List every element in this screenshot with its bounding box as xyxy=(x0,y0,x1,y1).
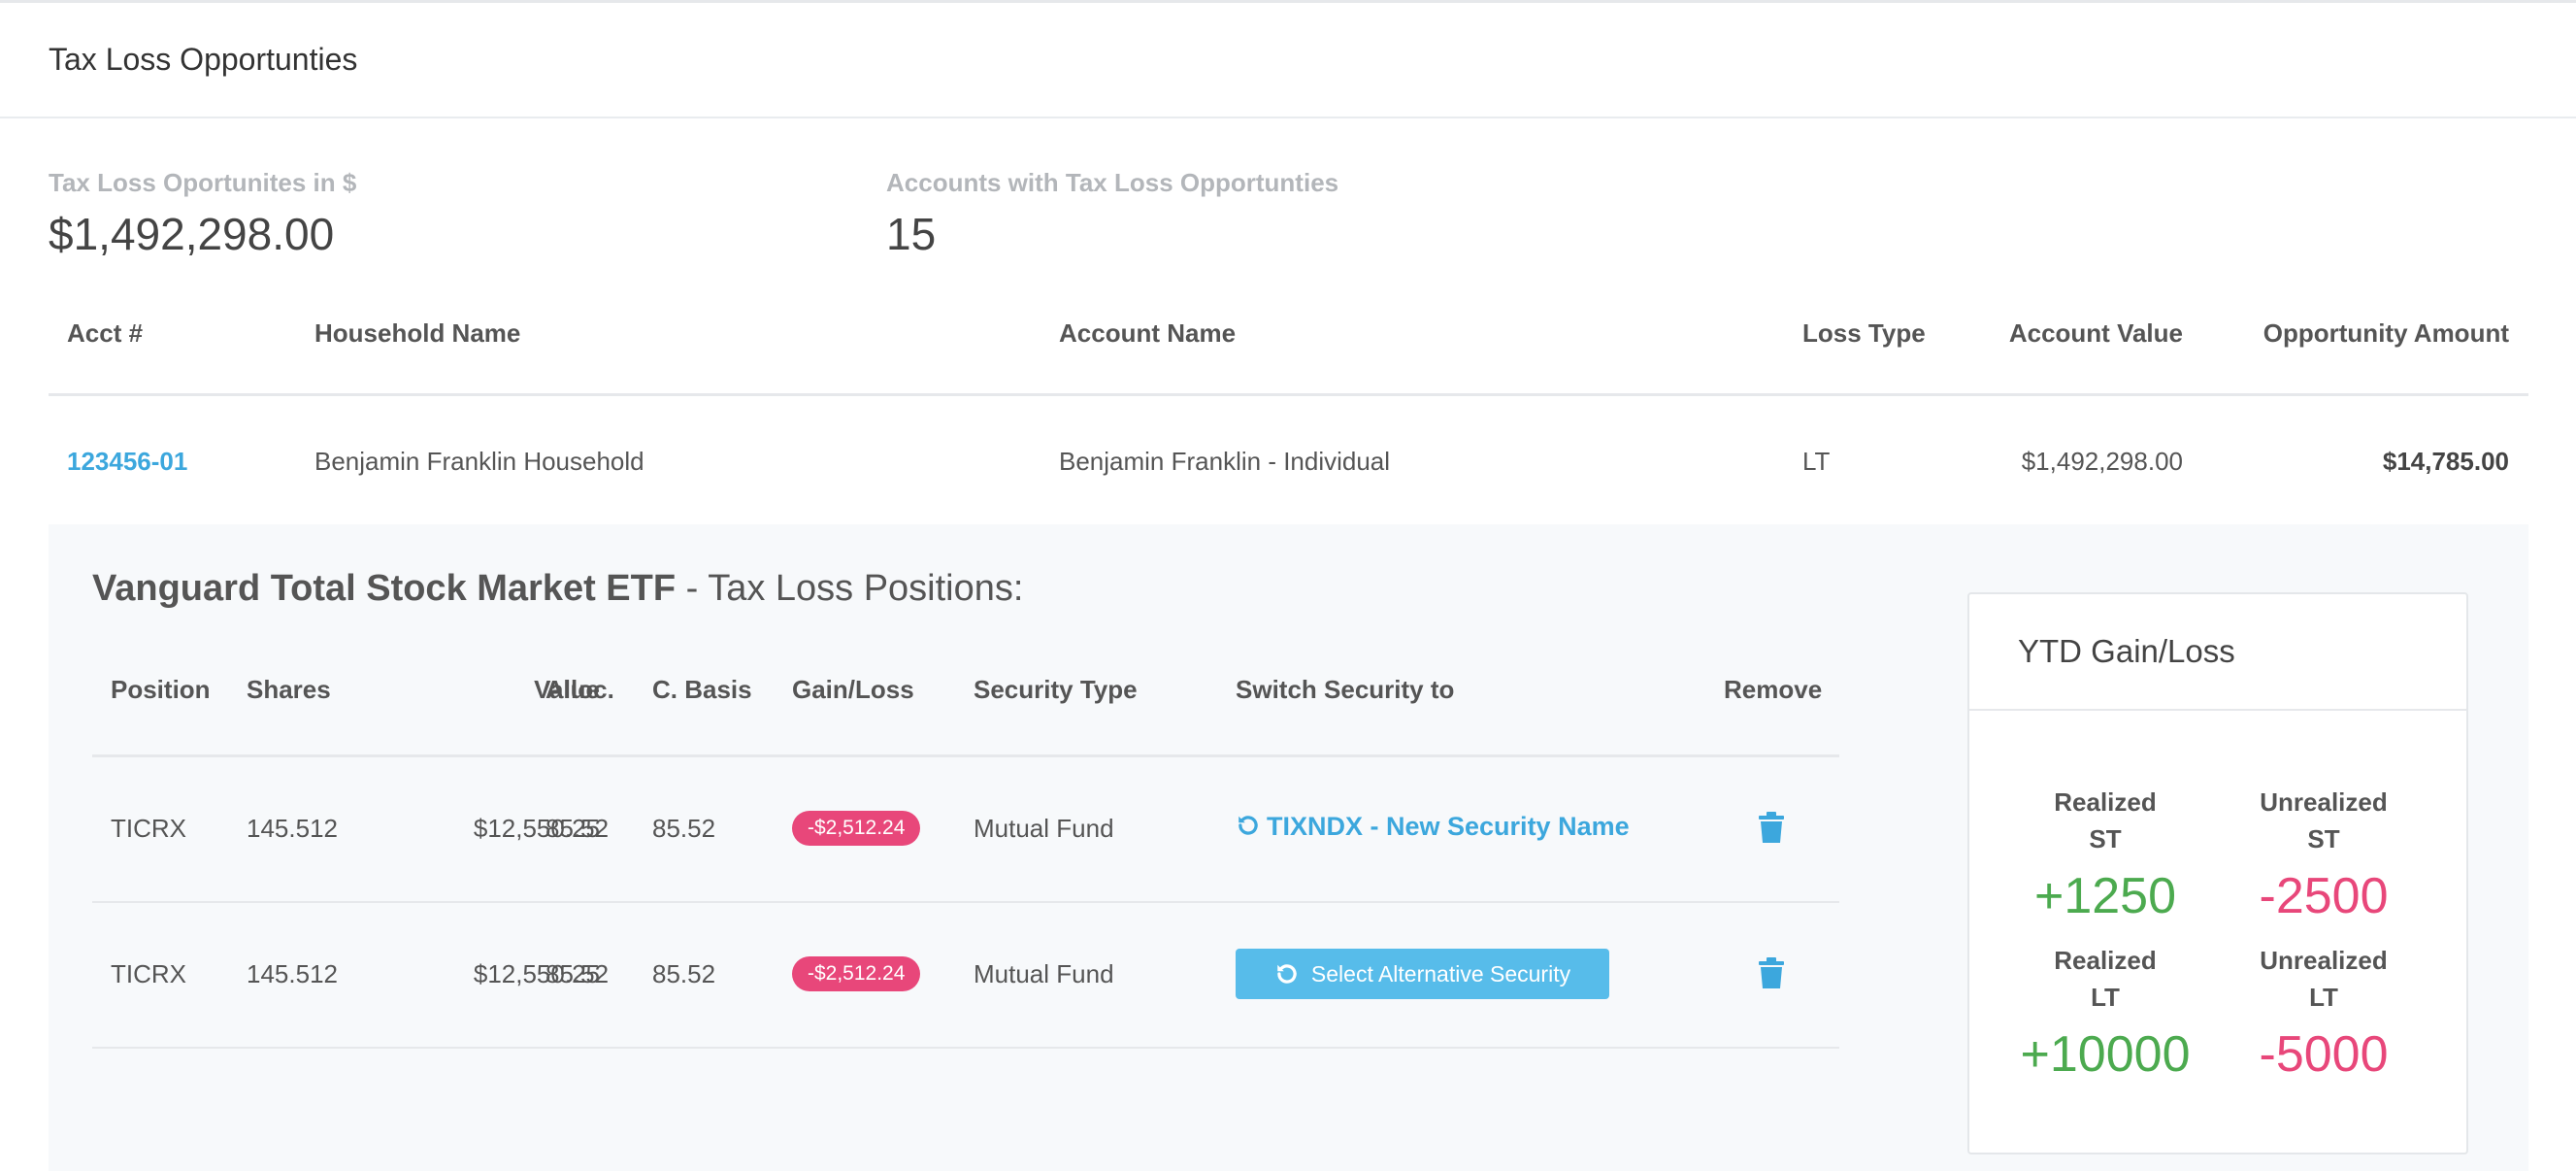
positions-detail-panel: Vanguard Total Stock Market ETF - Tax Lo… xyxy=(49,524,2528,1171)
col-security-type[interactable]: Security Type xyxy=(974,675,1138,705)
realized-st: Realized ST +1250 xyxy=(1998,784,2212,925)
gain-loss-badge: -$2,512.24 xyxy=(792,956,921,991)
title-separator: - xyxy=(676,568,709,609)
table-row: TICRX 145.512 $12,550.25 85.52 85.52 -$2… xyxy=(92,757,1839,903)
gain-loss-badge: -$2,512.24 xyxy=(792,811,921,846)
col-loss-type[interactable]: Loss Type xyxy=(1802,318,1926,349)
switch-security-link[interactable]: TIXNDX - New Security Name xyxy=(1236,812,1630,842)
col-gain-loss[interactable]: Gain/Loss xyxy=(792,675,914,705)
select-alternative-security-button[interactable]: Select Alternative Security xyxy=(1236,949,1609,999)
divider xyxy=(1969,709,2466,711)
cost-basis: 85.52 xyxy=(652,959,716,988)
ytd-label: Realized xyxy=(2054,946,2157,975)
stat-value: 15 xyxy=(886,209,937,259)
col-account-value[interactable]: Account Value xyxy=(2009,318,2183,349)
refresh-icon xyxy=(1238,816,1258,835)
ytd-label: Realized xyxy=(2054,787,2157,817)
security-type: Mutual Fund xyxy=(974,814,1114,843)
ytd-label: LT xyxy=(2091,983,2120,1012)
ytd-label: ST xyxy=(2089,824,2122,853)
realized-lt: Realized LT +10000 xyxy=(1998,942,2212,1084)
ytd-title: YTD Gain/Loss xyxy=(2018,633,2235,669)
table-row[interactable]: 123456-01 Benjamin Franklin Household Be… xyxy=(49,408,2528,515)
stat-accounts-count: Accounts with Tax Loss Opportunties 15 xyxy=(886,168,1338,260)
stat-total-opportunities: Tax Loss Oportunites in $ $1,492,298.00 xyxy=(49,168,356,260)
stat-value: $1,492,298.00 xyxy=(49,209,335,259)
col-shares[interactable]: Shares xyxy=(247,675,331,705)
opportunity-amount: $14,785.00 xyxy=(2382,447,2509,476)
button-label: Select Alternative Security xyxy=(1310,960,1571,987)
remove-button[interactable] xyxy=(1759,957,1784,993)
col-switch[interactable]: Switch Security to xyxy=(1236,675,1454,705)
col-alloc[interactable]: Alloc. xyxy=(545,675,614,705)
col-acct[interactable]: Acct # xyxy=(67,318,143,349)
col-opportunity[interactable]: Opportunity Amount xyxy=(2263,318,2509,349)
cost-basis: 85.52 xyxy=(652,814,716,843)
card-header: Tax Loss Opportunties xyxy=(0,3,2576,118)
trash-icon xyxy=(1759,957,1784,988)
positions-table-header: Position Shares Value Alloc. C. Basis Ga… xyxy=(92,631,1839,757)
position: TICRX xyxy=(111,814,186,843)
loss-type: LT xyxy=(1802,447,1831,476)
ytd-label: ST xyxy=(2307,824,2340,853)
detail-title: Vanguard Total Stock Market ETF - Tax Lo… xyxy=(92,568,1023,610)
alloc: 85.52 xyxy=(545,959,610,988)
alloc: 85.52 xyxy=(545,814,610,843)
accounts-table-header: Acct # Household Name Account Name Loss … xyxy=(49,296,2528,396)
page-title: Tax Loss Opportunties xyxy=(49,42,358,77)
ytd-value: -5000 xyxy=(2259,1026,2389,1083)
stat-label: Tax Loss Oportunites in $ xyxy=(49,168,357,197)
shares: 145.512 xyxy=(247,814,338,843)
ytd-value: +1250 xyxy=(2033,868,2177,924)
acct-number-link[interactable]: 123456-01 xyxy=(67,447,187,477)
title-suffix: Tax Loss Positions: xyxy=(708,568,1024,609)
refresh-icon xyxy=(1277,964,1297,984)
unrealized-lt: Unrealized LT -5000 xyxy=(2217,942,2430,1084)
col-account-name[interactable]: Account Name xyxy=(1059,318,1236,349)
ytd-label: Unrealized xyxy=(2260,787,2388,817)
shares: 145.512 xyxy=(247,959,338,988)
col-position[interactable]: Position xyxy=(111,675,211,705)
col-basis[interactable]: C. Basis xyxy=(652,675,752,705)
ytd-value: -2500 xyxy=(2259,868,2389,924)
household-name: Benjamin Franklin Household xyxy=(314,447,644,476)
security-type: Mutual Fund xyxy=(974,959,1114,988)
position: TICRX xyxy=(111,959,186,988)
account-name: Benjamin Franklin - Individual xyxy=(1059,447,1391,476)
unrealized-st: Unrealized ST -2500 xyxy=(2217,784,2430,925)
remove-button[interactable] xyxy=(1759,812,1784,848)
ytd-label: Unrealized xyxy=(2260,946,2388,975)
col-household[interactable]: Household Name xyxy=(314,318,520,349)
ytd-gain-loss-card: YTD Gain/Loss Realized ST +1250 Unrealiz… xyxy=(1967,592,2468,1154)
stat-label: Accounts with Tax Loss Opportunties xyxy=(886,168,1339,197)
ytd-value: +10000 xyxy=(2020,1026,2191,1083)
switch-security-label: TIXNDX - New Security Name xyxy=(1267,812,1630,841)
table-row: TICRX 145.512 $12,550.25 85.52 85.52 -$2… xyxy=(92,903,1839,1049)
col-remove[interactable]: Remove xyxy=(1724,675,1822,705)
trash-icon xyxy=(1759,812,1784,843)
account-value: $1,492,298.00 xyxy=(2021,447,2183,476)
security-name: Vanguard Total Stock Market ETF xyxy=(92,568,677,609)
ytd-label: LT xyxy=(2309,983,2338,1012)
